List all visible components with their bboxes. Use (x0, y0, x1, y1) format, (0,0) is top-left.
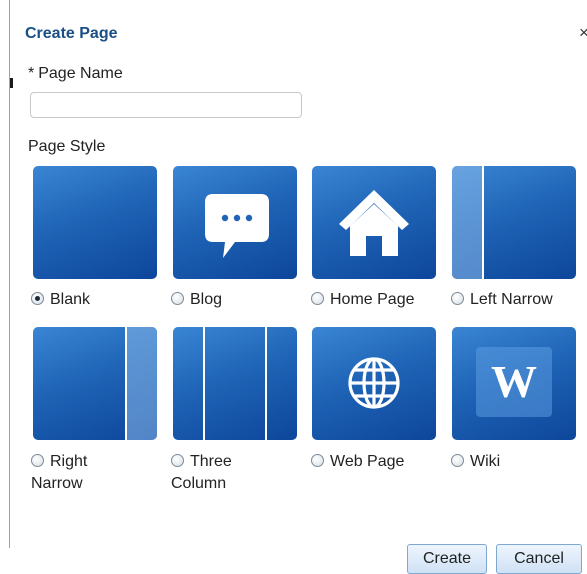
style-option-three-column[interactable]: Three Column (171, 451, 232, 495)
column-divider (265, 327, 267, 440)
style-option-label-line2: Narrow (31, 475, 83, 492)
style-option-blog[interactable]: Blog (171, 289, 222, 311)
style-option-blank[interactable]: Blank (31, 289, 90, 311)
resize-edge-marker (10, 78, 13, 88)
radio-icon[interactable] (311, 454, 324, 467)
style-option-web-page[interactable]: Web Page (311, 451, 404, 473)
right-narrow-layout-icon (127, 327, 157, 440)
page-style-label: Page Style (28, 138, 106, 155)
style-option-label-line1: Right (50, 453, 88, 470)
radio-icon[interactable] (311, 292, 324, 305)
three-column-layout-icon (203, 327, 205, 440)
house-icon (339, 190, 409, 256)
dialog-title: Create Page (25, 25, 118, 42)
svg-text:W: W (491, 356, 537, 407)
globe-icon (348, 357, 400, 409)
radio-icon[interactable] (451, 454, 464, 467)
cancel-button[interactable]: Cancel (496, 544, 582, 574)
style-option-wiki[interactable]: Wiki (451, 451, 500, 473)
page-name-label-text: Page Name (38, 65, 123, 82)
style-option-label: Blog (190, 291, 223, 308)
style-option-label: Blank (50, 291, 91, 308)
style-tile-blank[interactable] (33, 166, 157, 279)
left-narrow-layout-icon (452, 166, 482, 279)
radio-selected-icon[interactable] (31, 292, 44, 305)
radio-icon[interactable] (171, 454, 184, 467)
style-option-label: Left Narrow (470, 291, 553, 308)
style-option-left-narrow[interactable]: Left Narrow (451, 289, 553, 311)
style-option-label: Home Page (330, 291, 415, 308)
style-tile-home-page[interactable] (312, 166, 436, 279)
column-divider (482, 166, 484, 279)
radio-icon[interactable] (31, 454, 44, 467)
page-name-label: * Page Name (28, 65, 123, 83)
style-option-label-line1: Three (190, 453, 232, 470)
required-marker: * (28, 65, 35, 82)
create-button[interactable]: Create (407, 544, 487, 574)
style-tile-web-page[interactable] (312, 327, 436, 440)
radio-icon[interactable] (171, 292, 184, 305)
wiki-w-icon: W (476, 347, 552, 417)
style-option-label-line2: Column (171, 475, 227, 492)
close-icon[interactable]: × (579, 23, 587, 43)
style-tile-right-narrow[interactable] (33, 327, 157, 440)
page-name-input[interactable] (30, 92, 302, 118)
style-tile-left-narrow[interactable] (452, 166, 576, 279)
style-tile-three-column[interactable] (173, 327, 297, 440)
style-option-home-page[interactable]: Home Page (311, 289, 415, 311)
style-option-label: Web Page (330, 453, 405, 470)
style-option-right-narrow[interactable]: Right Narrow (31, 451, 87, 495)
style-tile-wiki[interactable]: W (452, 327, 576, 440)
style-tile-blog[interactable] (173, 166, 297, 279)
radio-icon[interactable] (451, 292, 464, 305)
style-option-label: Wiki (470, 453, 501, 470)
column-divider (125, 327, 127, 440)
create-page-dialog: Create Page × * Page Name Page Style Blan… (9, 0, 587, 574)
speech-bubble-icon (205, 194, 269, 258)
